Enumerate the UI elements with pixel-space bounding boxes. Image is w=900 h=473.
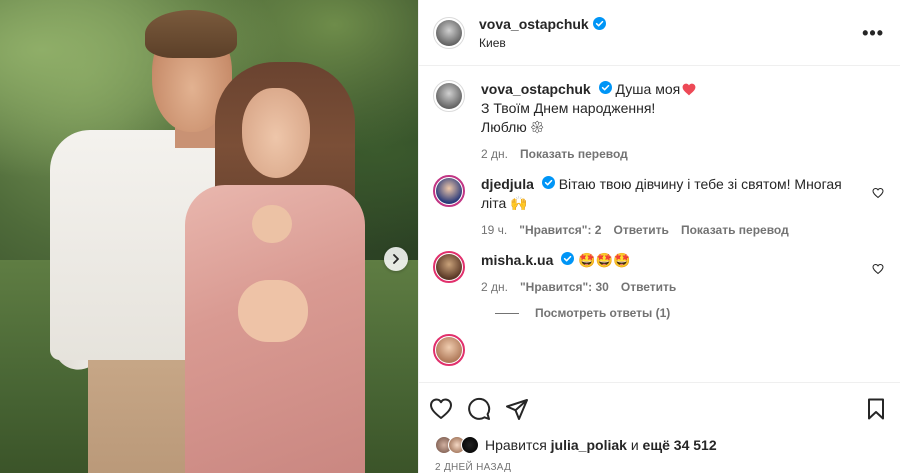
comments-list[interactable]: vova_ostapchuk Душа моя З Твоїм Днем нар… xyxy=(419,66,900,382)
comment-time[interactable]: 2 дн. xyxy=(481,280,508,294)
like-heart-icon[interactable] xyxy=(872,263,884,275)
comment-item: misha.k.ua 🤩🤩🤩 2 дн. "Нравится": 30 Отве… xyxy=(433,251,884,294)
caption-entry: vova_ostapchuk Душа моя З Твоїм Днем нар… xyxy=(433,80,884,161)
bookmark-icon[interactable] xyxy=(864,397,888,421)
avatar[interactable] xyxy=(433,175,465,207)
post-date[interactable]: 2 ДНЕЙ НАЗАД xyxy=(419,456,900,473)
post-side-panel: vova_ostapchuk Киев ••• vova_ostapchuk Д… xyxy=(418,0,900,473)
post-header: vova_ostapchuk Киев ••• xyxy=(419,0,900,66)
caption-footer: 2 дн. Показать перевод xyxy=(481,147,884,161)
translate-button[interactable]: Показать перевод xyxy=(681,223,789,237)
caption-text: vova_ostapchuk Душа моя З Твоїм Днем нар… xyxy=(481,80,884,137)
verified-badge-icon xyxy=(561,252,575,265)
liker-avatar[interactable] xyxy=(461,436,479,454)
photo-woman-neckline xyxy=(252,205,292,243)
comment-footer: 2 дн. "Нравится": 30 Ответить xyxy=(481,280,864,294)
comment-body: djedjula Вітаю твою дівчину і тебе зі св… xyxy=(481,175,864,237)
comment-message: 🤩🤩🤩 xyxy=(578,252,631,268)
likes-middle: и xyxy=(630,437,639,453)
comment-item-partial xyxy=(433,334,884,366)
avatar[interactable] xyxy=(433,16,465,49)
caption-line-1: Душа моя xyxy=(615,81,681,97)
comment-likes[interactable]: "Нравится": 30 xyxy=(520,280,609,294)
reply-button[interactable]: Ответить xyxy=(613,223,668,237)
avatar[interactable] xyxy=(433,80,465,112)
caption-line-3: Люблю 𑁍 xyxy=(481,119,544,135)
next-photo-button[interactable] xyxy=(384,247,408,271)
like-heart-icon[interactable] xyxy=(429,397,453,421)
like-heart-icon[interactable] xyxy=(872,187,884,199)
caption-body: vova_ostapchuk Душа моя З Твоїм Днем нар… xyxy=(481,80,884,161)
comment-footer: 19 ч. "Нравится": 2 Ответить Показать пе… xyxy=(481,223,864,237)
likes-count-button[interactable]: ещё 34 512 xyxy=(643,437,717,453)
author-username[interactable]: vova_ostapchuk xyxy=(479,16,606,32)
comment-author[interactable]: misha.k.ua xyxy=(481,252,553,268)
view-replies-label[interactable]: Посмотреть ответы (1) xyxy=(535,306,670,320)
comment-body: misha.k.ua 🤩🤩🤩 2 дн. "Нравится": 30 Отве… xyxy=(481,251,864,294)
caption-line-2: З Твоїм Днем народження! xyxy=(481,100,656,116)
comment-item: djedjula Вітаю твою дівчину і тебе зі св… xyxy=(433,175,884,237)
comment-text: djedjula Вітаю твою дівчину і тебе зі св… xyxy=(481,175,864,213)
translate-button[interactable]: Показать перевод xyxy=(520,147,628,161)
post-dialog: vova_ostapchuk Киев ••• vova_ostapchuk Д… xyxy=(0,0,900,473)
comment-likes[interactable]: "Нравится": 2 xyxy=(519,223,601,237)
caption-author[interactable]: vova_ostapchuk xyxy=(481,81,591,97)
avatar[interactable] xyxy=(433,334,465,366)
photo-man-pants xyxy=(88,345,198,473)
comment-bubble-icon[interactable] xyxy=(467,397,491,421)
author-username-text[interactable]: vova_ostapchuk xyxy=(479,16,589,32)
replies-divider xyxy=(495,312,519,314)
reply-button[interactable]: Ответить xyxy=(621,280,676,294)
post-location[interactable]: Киев xyxy=(479,36,606,50)
likes-prefix: Нравится xyxy=(485,437,547,453)
likes-summary: Нравится julia_poliak и ещё 34 512 xyxy=(419,434,900,456)
comment-message: Вітаю твою дівчину і тебе зі святом! Мно… xyxy=(481,176,842,211)
verified-badge-icon xyxy=(541,176,555,189)
post-photo[interactable] xyxy=(0,0,418,473)
photo-man-hair xyxy=(145,10,237,58)
verified-badge-icon xyxy=(598,81,612,94)
caption-time[interactable]: 2 дн. xyxy=(481,147,508,161)
photo-woman-cutout xyxy=(238,280,308,342)
liker-username[interactable]: julia_poliak xyxy=(551,437,627,453)
comment-time[interactable]: 19 ч. xyxy=(481,223,507,237)
view-replies-button[interactable]: Посмотреть ответы (1) xyxy=(495,306,884,320)
photo-woman-face xyxy=(242,88,310,178)
more-options-icon[interactable]: ••• xyxy=(862,24,884,42)
post-actions-bar xyxy=(419,382,900,434)
comment-author[interactable]: djedjula xyxy=(481,176,534,192)
post-header-meta: vova_ostapchuk Киев xyxy=(479,16,606,50)
likes-text: Нравится julia_poliak и ещё 34 512 xyxy=(485,437,717,453)
red-heart-icon xyxy=(682,83,696,96)
avatar[interactable] xyxy=(433,251,465,283)
comment-text: misha.k.ua 🤩🤩🤩 xyxy=(481,251,864,270)
verified-badge-icon xyxy=(592,17,606,30)
chevron-right-icon xyxy=(393,254,399,264)
share-send-icon[interactable] xyxy=(505,397,529,421)
